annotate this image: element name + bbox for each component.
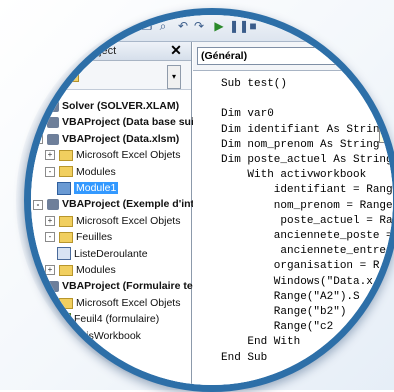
tree-item[interactable]: - Microsoft Excel Objets — [45, 296, 180, 311]
folder-icon — [59, 166, 73, 178]
code-line: Range("A2").S — [221, 290, 360, 303]
code-line: Sub test() — [221, 78, 288, 90]
tree-item[interactable]: + Microsoft Excel Objets — [45, 214, 180, 229]
project-icon — [47, 199, 59, 211]
code-line: End With — [221, 336, 301, 349]
workbook-icon — [57, 329, 71, 343]
undo-icon[interactable]: ↶ — [177, 19, 189, 33]
expand-icon[interactable]: + — [45, 216, 55, 227]
expand-icon[interactable]: + — [45, 265, 55, 276]
tree-item-label: Modules — [76, 165, 116, 178]
tree-item[interactable]: + VBAProject (Data base sui — [33, 115, 194, 130]
code-line: organisation = R — [221, 260, 380, 273]
code-line: With activworkbook — [221, 169, 367, 182]
code-line: End Sub — [221, 351, 268, 364]
project-explorer-title: oject — [93, 45, 117, 57]
tree-item[interactable]: - Feuilles — [45, 230, 112, 245]
tree-item[interactable]: - VBAProject (Data.xlsm) — [33, 132, 179, 147]
tree-item-label: Microsoft Excel Objets — [76, 214, 181, 227]
scrollbar-up-icon[interactable]: ▾ — [167, 65, 181, 89]
expand-icon[interactable]: + — [45, 150, 55, 161]
folder-icon — [59, 231, 73, 243]
tree-item-label: Microsoft Excel Objets — [76, 296, 181, 309]
code-line: identifiant = Range — [221, 184, 394, 197]
copy-icon[interactable]: ❐ — [141, 19, 153, 33]
project-icon — [47, 117, 59, 129]
tree-item[interactable]: le1 — [57, 361, 71, 376]
tree-item-label: VBAProject (Exemple d'int — [62, 198, 195, 211]
project-explorer-toolbar: ▾ — [31, 61, 191, 90]
run-icon[interactable]: ▶ — [213, 19, 225, 33]
project-explorer-titlebar: oject ✕ — [31, 42, 191, 61]
tree-item[interactable]: - Modules — [45, 165, 116, 180]
folder-icon — [59, 297, 73, 309]
collapse-icon[interactable]: - — [33, 199, 43, 210]
tree-item-label: Solver (SOLVER.XLAM) — [62, 100, 180, 112]
tree-item-label: ListeDeroulante — [74, 247, 148, 260]
tree-item-label: VBAProject (Data.xlsm) — [62, 132, 180, 145]
code-line: anciennete_entre — [221, 245, 387, 258]
code-window-header: (Général) — [193, 42, 393, 71]
vba-editor-screen: ✂ ❐ ⌕ ↶ ↷ ▶ ❚❚ ■ oject ✕ ▾ + Solver (SOLV… — [31, 15, 394, 385]
worksheet-icon — [57, 312, 71, 326]
redo-icon[interactable]: ↷ — [193, 19, 205, 33]
tree-item-label: ThisWorkbook — [74, 329, 141, 342]
tree-item[interactable]: - VBAProject (Exemple d'int — [33, 197, 194, 212]
tree-item[interactable]: ThisWorkbook — [57, 329, 141, 344]
tree-item[interactable]: - VBAProject (Formulaire te — [33, 279, 193, 294]
collapse-icon[interactable]: - — [45, 232, 55, 243]
collapse-icon[interactable]: - — [33, 281, 43, 292]
tree-item[interactable]: Module1 — [57, 181, 119, 196]
tree-item[interactable]: ules — [45, 345, 64, 360]
code-line: Dim poste_actuel As String — [221, 154, 393, 166]
project-icon — [47, 133, 59, 145]
tree-item-label: VBAProject (Formulaire te — [62, 280, 193, 293]
folder-icon — [59, 149, 73, 161]
folder-icon — [59, 264, 73, 276]
module-icon — [57, 181, 71, 195]
tree-item-label: Microsoft Excel Objets — [76, 149, 181, 162]
toggle-folders-icon[interactable] — [61, 67, 79, 82]
expand-icon[interactable]: + — [33, 117, 43, 128]
project-icon — [47, 100, 59, 112]
find-icon[interactable]: ⌕ — [157, 19, 169, 33]
project-icon — [47, 281, 59, 293]
cut-icon[interactable]: ✂ — [125, 19, 137, 33]
tree-item-label: Feuilles — [76, 231, 113, 244]
project-explorer: oject ✕ ▾ + Solver (SOLVER.XLAM) + VBAProje… — [31, 42, 194, 385]
tree-item-label: le1 — [57, 362, 72, 375]
tree-item[interactable]: + Solver (SOLVER.XLAM) — [33, 99, 179, 114]
folder-icon — [59, 215, 73, 227]
code-line: Dim identifiant As String — [221, 123, 387, 136]
collapse-icon[interactable]: - — [45, 166, 55, 177]
tooltip-fragment: C — [379, 129, 393, 143]
object-combo[interactable]: (Général) — [197, 47, 393, 65]
code-line: Windows("Data.x — [221, 275, 373, 288]
collapse-icon[interactable]: - — [45, 298, 55, 309]
pause-icon[interactable]: ❚❚ — [229, 19, 249, 33]
code-line: nom_prenom = Range — [221, 199, 393, 212]
tree-item-label: Feuil4 (formulaire) — [74, 313, 160, 326]
tree-item[interactable]: ListeDeroulante — [57, 247, 148, 262]
code-line: Dim nom_prenom As String — [221, 138, 380, 151]
tree-item-label: Module1 — [74, 182, 119, 194]
close-icon[interactable]: ✕ — [169, 43, 183, 58]
code-editor[interactable]: Sub test() Dim var0 Dim identifiant As Str… — [193, 71, 394, 385]
code-line: Range("b2") — [221, 306, 347, 318]
code-line: anciennete_poste = — [221, 230, 393, 242]
tree-item-label: Modules — [76, 264, 116, 276]
stop-icon[interactable]: ■ — [247, 19, 259, 33]
tree-item-label: ules — [45, 346, 65, 358]
tree-item[interactable]: Feuil4 (formulaire) — [57, 312, 159, 327]
magnifier-lens: ✂ ❐ ⌕ ↶ ↷ ▶ ❚❚ ■ oject ✕ ▾ + Solver (SOLV… — [24, 8, 394, 392]
code-line: Range("c2 — [221, 321, 334, 334]
tree-item[interactable]: + Modules — [45, 263, 116, 278]
code-line: Dim var0 — [221, 108, 274, 121]
code-line: poste_actuel = Ra — [221, 214, 393, 227]
expand-icon[interactable]: + — [33, 101, 43, 112]
tree-item[interactable]: + Microsoft Excel Objets — [45, 148, 180, 163]
collapse-icon[interactable]: - — [33, 134, 43, 145]
sheet-icon — [57, 247, 71, 261]
tree-item-label: VBAProject (Data base sui — [62, 116, 194, 129]
